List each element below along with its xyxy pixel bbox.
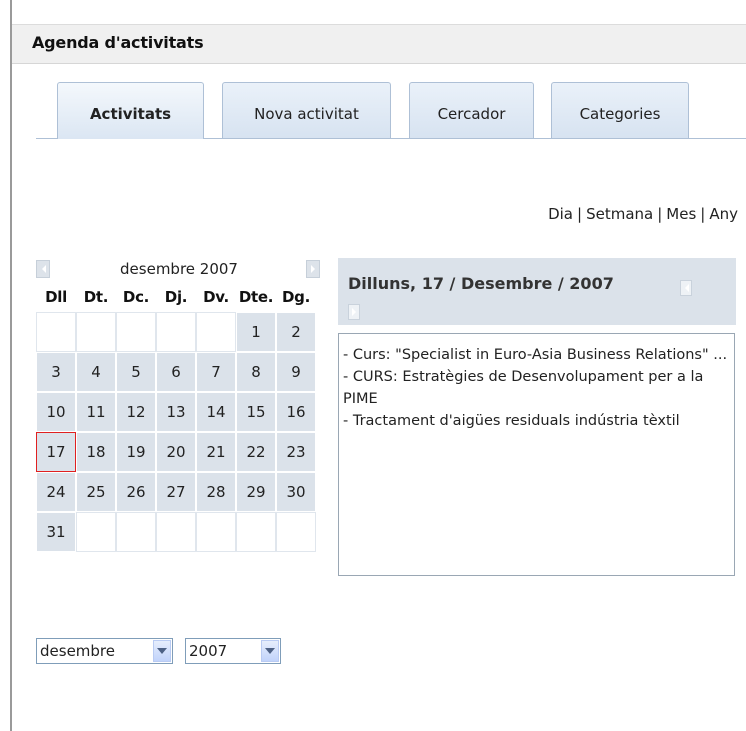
calendar-day[interactable]: 4 (76, 352, 116, 392)
weekday-label: Dt. (83, 288, 109, 306)
weekday-label: Dj. (164, 288, 188, 306)
event-item[interactable]: - Tractament d'aigües residuals indústri… (343, 410, 730, 432)
day-panel-header: Dilluns, 17 / Desembre / 2007 (338, 258, 736, 325)
page-title: Agenda d'activitats (32, 33, 204, 52)
calendar-day[interactable]: 29 (236, 472, 276, 512)
calendar-empty-cell (116, 512, 156, 552)
calendar-day[interactable]: 23 (276, 432, 316, 472)
calendar-day-selected[interactable]: 17 (36, 432, 76, 472)
calendar-empty-cell (156, 312, 196, 352)
calendar-empty-cell (76, 512, 116, 552)
calendar-empty-cell (196, 512, 236, 552)
calendar-empty-cell (196, 312, 236, 352)
calendar-day[interactable]: 14 (196, 392, 236, 432)
calendar-empty-cell (116, 312, 156, 352)
year-select-value: 2007 (189, 642, 228, 660)
weekday-label: Dc. (122, 288, 150, 306)
separator: | (700, 205, 706, 223)
calendar-day[interactable]: 16 (276, 392, 316, 432)
chevron-down-icon[interactable] (261, 640, 279, 662)
mini-calendar: desembre 2007 Dll Dt. Dc. Dj. Dv. Dte. Dg. 123… (36, 258, 322, 552)
view-link-any[interactable]: Any (709, 205, 738, 223)
calendar-day[interactable]: 28 (196, 472, 236, 512)
chevron-down-icon[interactable] (153, 640, 171, 662)
calendar-day[interactable]: 1 (236, 312, 276, 352)
calendar-day[interactable]: 2 (276, 312, 316, 352)
next-month-arrow-icon[interactable] (306, 260, 320, 278)
calendar-day[interactable]: 20 (156, 432, 196, 472)
separator: | (657, 205, 663, 223)
calendar-day[interactable]: 3 (36, 352, 76, 392)
day-panel-title: Dilluns, 17 / Desembre / 2007 (348, 274, 614, 293)
calendar-day[interactable]: 25 (76, 472, 116, 512)
view-switcher: Dia | Setmana | Mes | Any (548, 205, 738, 223)
tab-activitats[interactable]: Activitats (57, 82, 204, 139)
month-select-value: desembre (40, 642, 115, 660)
calendar-day[interactable]: 27 (156, 472, 196, 512)
calendar-day[interactable]: 21 (196, 432, 236, 472)
weekday-label: Dg. (282, 288, 310, 306)
next-day-arrow-icon[interactable] (348, 304, 360, 320)
calendar-empty-cell (276, 512, 316, 552)
weekday-label: Dte. (238, 288, 274, 306)
calendar-day[interactable]: 13 (156, 392, 196, 432)
calendar-empty-cell (236, 512, 276, 552)
tab-categories[interactable]: Categories (551, 82, 689, 138)
weekday-label: Dll (45, 288, 67, 306)
prev-day-arrow-icon[interactable] (680, 280, 692, 296)
calendar-day[interactable]: 5 (116, 352, 156, 392)
calendar-day[interactable]: 6 (156, 352, 196, 392)
event-item[interactable]: - Curs: "Specialist in Euro-Asia Busines… (343, 344, 730, 366)
view-link-dia[interactable]: Dia (548, 205, 573, 223)
weekday-label: Dv. (203, 288, 229, 306)
month-select[interactable]: desembre (36, 638, 173, 664)
calendar-day[interactable]: 8 (236, 352, 276, 392)
calendar-header: desembre 2007 (36, 258, 322, 282)
calendar-day[interactable]: 10 (36, 392, 76, 432)
calendar-day[interactable]: 26 (116, 472, 156, 512)
tab-cercador[interactable]: Cercador (409, 82, 534, 138)
calendar-day[interactable]: 11 (76, 392, 116, 432)
calendar-day-grid: 1 2 3 4 5 6 7 8 9 10 11 12 13 14 15 16 17 18 19 20 21 22 23 24 2… (36, 312, 322, 552)
calendar-empty-cell (76, 312, 116, 352)
calendar-day[interactable]: 9 (276, 352, 316, 392)
calendar-day[interactable]: 24 (36, 472, 76, 512)
calendar-day[interactable]: 7 (196, 352, 236, 392)
calendar-day[interactable]: 15 (236, 392, 276, 432)
calendar-day[interactable]: 31 (36, 512, 76, 552)
calendar-day[interactable]: 12 (116, 392, 156, 432)
weekday-header-row: Dll Dt. Dc. Dj. Dv. Dte. Dg. (36, 282, 322, 312)
calendar-empty-cell (36, 312, 76, 352)
event-item[interactable]: - CURS: Estratègies de Desenvolupament p… (343, 366, 730, 410)
tab-nova-activitat[interactable]: Nova activitat (222, 82, 391, 138)
view-link-mes[interactable]: Mes (666, 205, 696, 223)
calendar-day[interactable]: 18 (76, 432, 116, 472)
calendar-day[interactable]: 22 (236, 432, 276, 472)
year-select[interactable]: 2007 (185, 638, 281, 664)
separator: | (577, 205, 583, 223)
calendar-month-label: desembre 2007 (120, 260, 238, 278)
title-bar: Agenda d'activitats (12, 24, 746, 64)
day-events-panel: - Curs: "Specialist in Euro-Asia Busines… (338, 333, 735, 576)
view-link-setmana[interactable]: Setmana (586, 205, 653, 223)
calendar-day[interactable]: 19 (116, 432, 156, 472)
calendar-empty-cell (156, 512, 196, 552)
calendar-day[interactable]: 30 (276, 472, 316, 512)
